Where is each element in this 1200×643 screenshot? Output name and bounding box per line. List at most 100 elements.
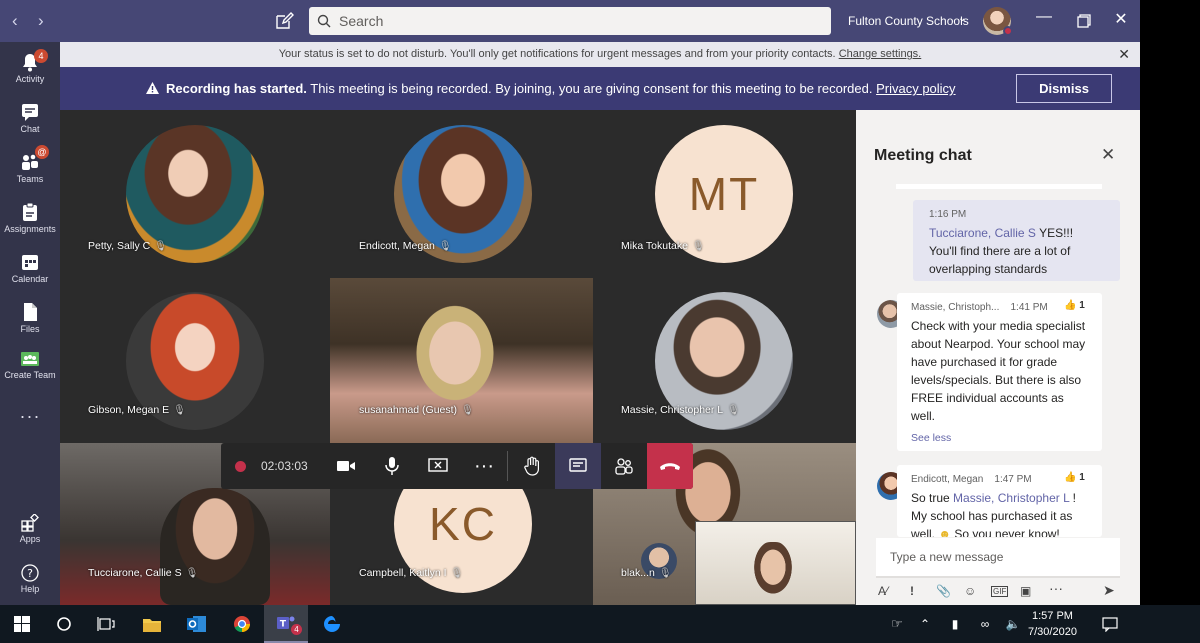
send-icon[interactable]: ➤ — [1103, 582, 1115, 599]
change-settings-link[interactable]: Change settings. — [839, 48, 922, 60]
participant-tile[interactable]: Gibson, Megan E 🎙 — [60, 278, 330, 443]
attach-icon[interactable]: 📎 — [936, 584, 951, 598]
participant-tile[interactable]: Petty, Sally C 🎙 — [60, 110, 330, 278]
recording-text: This meeting is being recorded. By joini… — [310, 81, 873, 96]
participant-name: Massie, Christopher L 🎙 — [621, 404, 740, 416]
mic-muted-icon: 🎙 — [450, 568, 464, 579]
search-placeholder: Search — [339, 13, 384, 29]
file-explorer-icon[interactable] — [130, 605, 174, 643]
create-team-icon — [21, 352, 39, 366]
rail-chat[interactable]: Chat — [0, 102, 60, 134]
participant-name: Endicott, Megan 🎙 — [359, 240, 452, 252]
rail-teams[interactable]: @ Teams — [0, 145, 60, 184]
chat-icon — [22, 104, 38, 121]
rail-create-team[interactable]: Create Team — [0, 350, 60, 380]
privacy-policy-link[interactable]: Privacy policy — [876, 81, 955, 96]
participants-icon — [615, 458, 633, 475]
back-icon[interactable]: ‹ — [12, 11, 18, 31]
search-icon — [317, 14, 331, 28]
chat-toggle-button[interactable] — [555, 443, 601, 489]
participant-video[interactable]: susanahmad (Guest) 🎙 — [330, 278, 593, 443]
see-less-link[interactable]: See less — [911, 429, 1088, 447]
mention-link[interactable]: Tucciarone, Callie S — [929, 226, 1036, 240]
org-name[interactable]: Fulton County Schools — [848, 14, 969, 28]
dismiss-button[interactable]: Dismiss — [1016, 74, 1112, 103]
pip-video[interactable] — [695, 521, 856, 605]
wifi-icon[interactable]: ∞ — [970, 605, 1000, 643]
participant-tile[interactable]: MT Mika Tokutake 🎙 — [593, 110, 856, 278]
like-reaction[interactable]: 👍 1 — [1064, 472, 1085, 483]
rail-help[interactable]: ? Help — [0, 564, 60, 594]
smile-emoji-icon: ☻ — [938, 527, 951, 537]
maximize-icon[interactable] — [1074, 14, 1094, 28]
volume-icon[interactable]: 🔈 — [998, 605, 1028, 643]
teams-taskbar-icon[interactable]: T 4 — [264, 605, 308, 643]
share-screen-button[interactable] — [415, 443, 461, 489]
chat-message[interactable]: 1:16 PM Tucciarone, Callie S YES!!! You'… — [913, 200, 1120, 281]
emoji-icon[interactable]: ☺ — [964, 584, 976, 598]
raise-hand-button[interactable] — [509, 443, 555, 489]
windows-start-icon[interactable] — [0, 605, 44, 643]
participant-tile[interactable]: Massie, Christopher L 🎙 — [593, 278, 856, 443]
rail-apps[interactable]: Apps — [0, 514, 60, 544]
mention-link[interactable]: Massie, Christopher L — [953, 491, 1069, 505]
compose-icon[interactable] — [274, 11, 294, 31]
microphone-icon — [385, 457, 399, 475]
hang-up-button[interactable] — [647, 443, 693, 489]
participant-name: Campbell, Kaitlyn I 🎙 — [359, 567, 464, 579]
format-icon[interactable]: A⁄ — [878, 584, 888, 598]
recording-title: Recording has started. — [166, 81, 307, 96]
rail-label: Teams — [16, 174, 44, 184]
title-bar: ‹ › Search Fulton County Schools ⌄ — ✕ — [0, 0, 1140, 42]
participant-name: susanahmad (Guest) 🎙 — [359, 404, 474, 416]
activity-badge: 4 — [34, 49, 48, 63]
mic-button[interactable] — [369, 443, 415, 489]
help-icon: ? — [21, 564, 39, 582]
minimize-icon[interactable]: — — [1034, 8, 1054, 26]
sticker-icon[interactable]: ▣ — [1020, 584, 1031, 598]
calendar-icon — [22, 255, 38, 270]
camera-button[interactable] — [323, 443, 369, 489]
notifications-icon[interactable] — [1088, 605, 1132, 643]
message-text: So true — [911, 491, 950, 505]
participant-tile[interactable]: Endicott, Megan 🎙 — [330, 110, 593, 278]
rail-assignments[interactable]: Assignments — [0, 202, 60, 234]
message-input[interactable]: Type a new message — [876, 538, 1120, 578]
outlook-icon[interactable] — [175, 605, 219, 643]
participant-name: blak...n 🎙 — [621, 567, 672, 579]
like-reaction[interactable]: 👍 1 — [1064, 300, 1085, 311]
forward-icon[interactable]: › — [38, 11, 44, 31]
more-apps-icon[interactable]: ··· — [0, 406, 60, 427]
more-options-icon[interactable]: ··· — [461, 443, 507, 489]
rail-activity[interactable]: 4 Activity — [0, 49, 60, 84]
close-icon[interactable]: ✕ — [1118, 42, 1130, 67]
dnd-banner-text: Your status is set to do not disturb. Yo… — [278, 48, 836, 60]
search-input[interactable]: Search — [309, 7, 831, 35]
rail-label: Apps — [19, 534, 41, 544]
rail-label: Files — [20, 324, 40, 334]
rail-calendar[interactable]: Calendar — [0, 252, 60, 284]
gif-icon[interactable]: GIF — [991, 586, 1009, 597]
battery-icon[interactable]: ▮ — [940, 605, 970, 643]
thumbs-up-icon: 👍 — [1064, 300, 1077, 311]
task-view-icon[interactable] — [84, 605, 128, 643]
share-screen-icon — [428, 458, 448, 472]
edge-icon[interactable] — [310, 605, 354, 643]
more-options-icon[interactable]: ··· — [1049, 580, 1063, 596]
cortana-search-icon[interactable] — [42, 605, 86, 643]
close-window-icon[interactable]: ✕ — [1111, 9, 1131, 29]
participants-button[interactable] — [601, 443, 647, 489]
important-icon[interactable]: ! — [910, 584, 914, 598]
chrome-icon[interactable] — [220, 605, 264, 643]
mic-muted-icon: 🎙 — [185, 568, 199, 579]
apps-icon — [21, 514, 39, 532]
chevron-up-icon[interactable]: ⌃ — [910, 605, 940, 643]
mic-muted-icon: 🎙 — [658, 568, 672, 579]
taskbar-clock[interactable]: 1:57 PM 7/30/2020 — [1028, 608, 1077, 640]
chat-message[interactable]: Massie, Christoph... 1:41 PM Check with … — [897, 293, 1102, 451]
rail-files[interactable]: Files — [0, 302, 60, 334]
close-icon[interactable]: ✕ — [1101, 145, 1115, 165]
warning-icon — [146, 82, 159, 94]
hang-up-icon — [660, 463, 680, 470]
chevron-down-icon[interactable]: ⌄ — [958, 13, 966, 24]
